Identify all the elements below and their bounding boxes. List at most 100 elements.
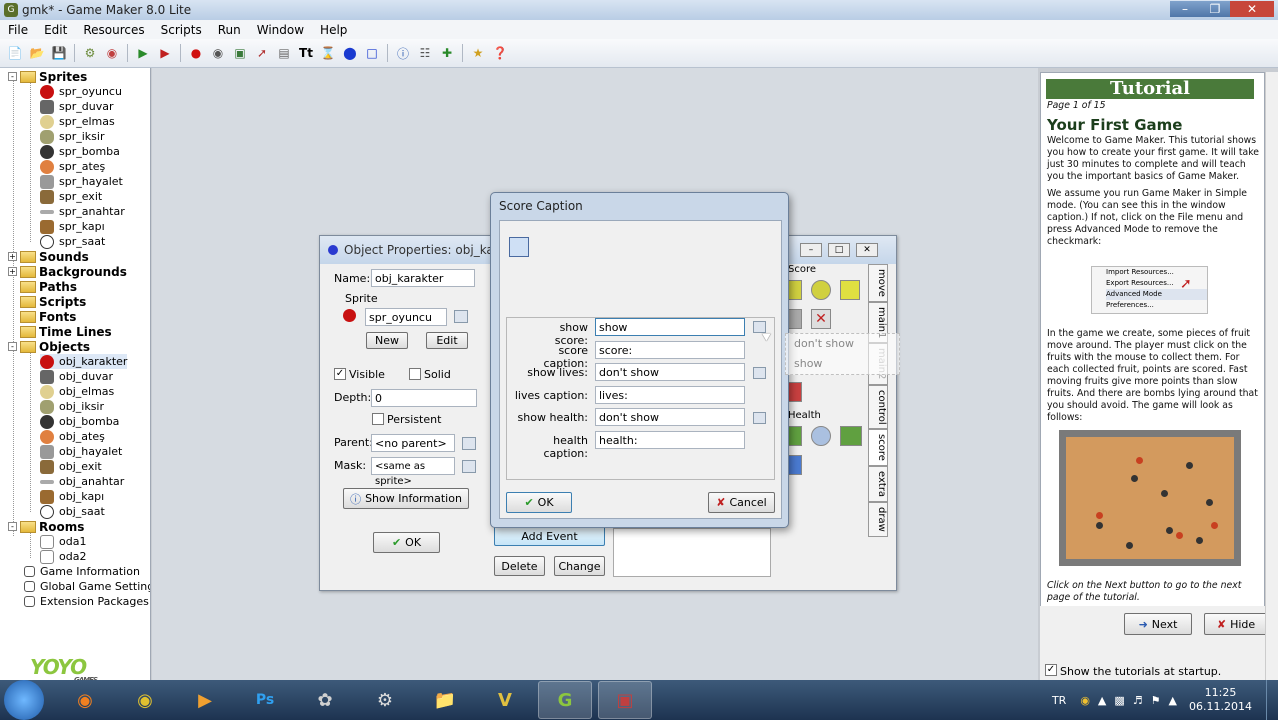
tree-group-sounds[interactable]: + Sounds [8,249,89,264]
close-icon[interactable]: ✕ [856,243,878,257]
set-health-action-icon[interactable] [840,280,860,300]
tree-item[interactable]: obj_ateş [40,429,105,444]
actions-list[interactable] [613,528,771,577]
menu-window[interactable]: Window [249,23,312,37]
menu-file[interactable]: File [0,23,36,37]
score-caption-input[interactable]: score: [595,341,745,359]
maximize-button[interactable]: ❐ [1200,1,1230,17]
menu-scripts[interactable]: Scripts [153,23,210,37]
tree-item[interactable]: obj_bomba [40,414,119,429]
minimize-icon[interactable]: – [800,243,822,257]
show-lives-menu-icon[interactable] [753,367,766,379]
game-information-icon[interactable]: ⓘ [394,44,413,63]
extensions-icon[interactable]: ✚ [438,44,457,63]
add-object-icon[interactable]: ⬤ [341,44,360,63]
add-sprite-icon[interactable]: ● [187,44,206,63]
tree-item[interactable]: spr_oyuncu [40,84,122,99]
tab-move[interactable]: move [868,264,888,302]
persistent-checkbox[interactable] [372,413,384,425]
add-background-icon[interactable]: ▣ [231,44,250,63]
tree-item[interactable]: obj_saat [40,504,105,519]
tree-item[interactable]: oda2 [40,549,86,564]
tree-item[interactable]: spr_duvar [40,99,113,114]
tab-draw[interactable]: draw [868,502,888,538]
tree-item[interactable]: obj_exit [40,459,102,474]
change-event-button[interactable]: Change [554,556,605,576]
menu-edit[interactable]: Edit [36,23,75,37]
maximize-icon[interactable]: □ [828,243,850,257]
edit-sprite-button[interactable]: Edit [426,332,468,349]
advanced-mode-icon[interactable]: ★ [469,44,488,63]
new-sprite-button[interactable]: New [366,332,408,349]
game-window-task-icon[interactable]: ▣ [598,681,652,719]
health-caption-input[interactable]: health: [595,431,745,449]
expand-icon[interactable]: + [8,267,17,276]
solid-checkbox[interactable] [409,368,421,380]
firefox-icon[interactable]: ◉ [58,681,112,719]
tree-item[interactable]: spr_bomba [40,144,120,159]
add-sound-icon[interactable]: ◉ [209,44,228,63]
sprite-menu-icon[interactable] [454,310,468,323]
debug-run-icon[interactable]: ▶ [156,44,175,63]
start-button-icon[interactable] [4,680,44,720]
run-icon[interactable]: ▶ [134,44,153,63]
mask-menu-icon[interactable] [462,460,476,473]
collapse-icon[interactable]: - [8,342,17,351]
close-button[interactable]: ✕ [1230,1,1274,17]
tree-item[interactable]: spr_hayalet [40,174,123,189]
minimize-button[interactable]: – [1170,1,1200,17]
tutorial-scrollbar[interactable] [1265,72,1278,680]
visible-checkbox[interactable]: ✓ [334,368,346,380]
help-icon[interactable]: ❓ [491,44,510,63]
publish-icon[interactable]: ◉ [103,44,122,63]
create-executable-icon[interactable]: ⚙ [81,44,100,63]
tree-group-paths[interactable]: +Paths [8,279,77,294]
open-folder-icon[interactable]: 📂 [28,44,47,63]
tree-group-rooms[interactable]: - Rooms [8,519,84,534]
set-lives-action-icon[interactable] [811,280,831,300]
tree-global-settings[interactable]: Global Game Settings [24,579,150,594]
tree-item[interactable]: obj_duvar [40,369,113,384]
chrome-icon[interactable]: ◉ [118,681,172,719]
tray-expand-icon[interactable]: ▲ [1098,694,1106,707]
show-health-menu-icon[interactable] [753,412,766,424]
tree-game-information[interactable]: Game Information [24,564,140,579]
dropdown-option-show[interactable]: show [794,357,822,370]
tutorial-next-button[interactable]: ➜ Next [1124,613,1192,635]
parent-menu-icon[interactable] [462,437,476,450]
tree-extension-packages[interactable]: Extension Packages [24,594,149,609]
object-ok-button[interactable]: ✔ OK [373,532,440,553]
file-explorer-icon[interactable]: 📁 [418,681,472,719]
new-file-icon[interactable]: 📄 [6,44,25,63]
delete-highscore-action-icon[interactable]: ✕ [811,309,831,329]
parent-select[interactable]: <no parent> [371,434,455,452]
media-player-icon[interactable]: ▶ [178,681,232,719]
tab-control[interactable]: control [868,384,888,430]
collapse-icon[interactable]: - [8,72,17,81]
tree-item[interactable]: spr_saat [40,234,105,249]
show-tutorials-checkbox[interactable]: ✓ [1045,664,1057,676]
tree-item-selected[interactable]: obj_karakter [40,354,128,369]
tree-item[interactable]: obj_iksir [40,399,104,414]
tree-group-timelines[interactable]: +Time Lines [8,324,112,339]
tree-item[interactable]: spr_iksir [40,129,104,144]
tray-network-icon[interactable]: ▩ [1114,694,1124,707]
tree-item[interactable]: oda1 [40,534,86,549]
tree-item[interactable]: spr_exit [40,189,102,204]
add-event-button[interactable]: Add Event [494,526,605,546]
delete-event-button[interactable]: Delete [494,556,545,576]
add-script-icon[interactable]: ▤ [275,44,294,63]
tree-group-backgrounds[interactable]: + Backgrounds [8,264,127,279]
tree-item[interactable]: obj_anahtar [40,474,124,489]
tree-item[interactable]: obj_kapı [40,489,104,504]
tree-item[interactable]: obj_hayalet [40,444,122,459]
show-score-select[interactable]: show [595,318,745,336]
picasa-icon[interactable]: ✿ [298,681,352,719]
add-room-icon[interactable]: □ [363,44,382,63]
save-icon[interactable]: 💾 [50,44,69,63]
tree-item[interactable]: spr_anahtar [40,204,125,219]
show-lives-select[interactable]: don't show [595,363,745,381]
score-cancel-button[interactable]: ✘ Cancel [708,492,775,513]
tutorial-hide-button[interactable]: ✘ Hide [1204,613,1268,635]
score-ok-button[interactable]: ✔ OK [506,492,572,513]
